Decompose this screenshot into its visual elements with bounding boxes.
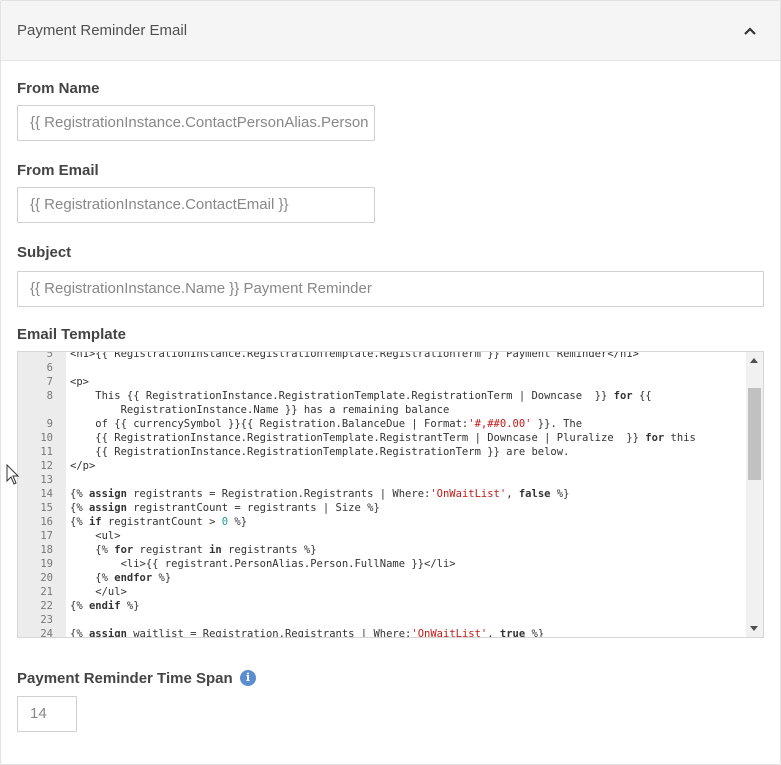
panel-header[interactable]: Payment Reminder Email (1, 1, 780, 61)
chevron-up-icon[interactable] (742, 23, 758, 39)
email-template-label: Email Template (17, 326, 126, 343)
code-line: 14 {% assign registrants = Registration.R… (18, 488, 746, 502)
code-text: {% assign registrantCount = registrants … (70, 502, 380, 514)
code-line: 22 {% endif %} (18, 600, 746, 614)
code-line: 19 <li>{{ registrant.PersonAlias.Person.… (18, 558, 746, 572)
code-line: 21 </ul> (18, 586, 746, 600)
code-line: 6 (18, 362, 746, 376)
line-number: 14 (40, 488, 53, 500)
code-text: <li>{{ registrant.PersonAlias.Person.Ful… (70, 558, 456, 570)
from-email-input[interactable]: {{ RegistrationInstance.ContactEmail }} (17, 187, 375, 223)
scroll-up-icon[interactable] (750, 358, 758, 363)
code-line: 16 {% if registrantCount > 0 %} (18, 516, 746, 530)
code-line: 8 This {{ RegistrationInstance.Registrat… (18, 390, 746, 404)
code-text: {% if registrantCount > 0 %} (70, 516, 248, 528)
code-line: 24 {% assign waitlist = Registration.Regi… (18, 628, 746, 638)
time-span-label: Payment Reminder Time Span (17, 670, 233, 687)
subject-label: Subject (17, 244, 72, 261)
code-line: 5 <h1>{{ RegistrationInstance.Registratio… (18, 351, 746, 362)
code-line: 10 {{ RegistrationInstance.RegistrationT… (18, 432, 746, 446)
line-number: 7 (46, 376, 53, 388)
info-icon[interactable]: i (240, 670, 256, 686)
from-name-input[interactable]: {{ RegistrationInstance.ContactPersonAli… (17, 105, 375, 141)
line-number: 10 (40, 432, 53, 444)
code-line: RegistrationInstance.Name }} has a remai… (18, 404, 746, 418)
line-number: 24 (40, 628, 53, 638)
line-number: 23 (40, 614, 53, 626)
subject-input[interactable]: {{ RegistrationInstance.Name }} Payment … (17, 271, 764, 307)
code-line: 15 {% assign registrantCount = registrant… (18, 502, 746, 516)
code-text: {{ RegistrationInstance.RegistrationTemp… (70, 432, 696, 444)
code-line: 17 <ul> (18, 530, 746, 544)
line-number: 19 (40, 558, 53, 570)
code-text: {% for registrant in registrants %} (70, 544, 317, 556)
code-text: <ul> (70, 530, 121, 542)
code-text: </p> (70, 460, 96, 472)
line-number: 15 (40, 502, 53, 514)
code-line: 11 {{ RegistrationInstance.RegistrationT… (18, 446, 746, 460)
code-text: </ul> (70, 586, 127, 598)
code-text: RegistrationInstance.Name }} has a remai… (70, 404, 450, 416)
code-line: 12 </p> (18, 460, 746, 474)
code-text: {% assign registrants = Registration.Reg… (70, 488, 570, 500)
line-number: 21 (40, 586, 53, 598)
line-number: 8 (46, 390, 53, 402)
from-email-label: From Email (17, 162, 99, 179)
code-line: 18 {% for registrant in registrants %} (18, 544, 746, 558)
editor-scrollbar[interactable] (746, 352, 763, 637)
time-span-input[interactable]: 14 (17, 696, 77, 732)
from-name-label: From Name (17, 80, 100, 97)
line-number: 18 (40, 544, 53, 556)
line-number: 16 (40, 516, 53, 528)
code-text: of {{ currencySymbol }}{{ Registration.B… (70, 418, 583, 430)
scroll-thumb[interactable] (748, 388, 761, 480)
line-number: 5 (46, 351, 53, 360)
code-text: <p> (70, 376, 89, 388)
line-number: 6 (46, 362, 53, 374)
line-number: 22 (40, 600, 53, 612)
code-line: 7 <p> (18, 376, 746, 390)
mouse-cursor-icon (6, 464, 20, 485)
line-number: 12 (40, 460, 53, 472)
code-text: This {{ RegistrationInstance.Registratio… (70, 390, 652, 402)
email-template-editor[interactable]: 5 <h1>{{ RegistrationInstance.Registratio… (17, 351, 764, 638)
code-text: <h1>{{ RegistrationInstance.Registration… (70, 351, 639, 360)
code-text: {{ RegistrationInstance.RegistrationTemp… (70, 446, 570, 458)
line-number: 20 (40, 572, 53, 584)
code-text: {% endif %} (70, 600, 140, 612)
panel-title: Payment Reminder Email (17, 22, 188, 39)
line-number: 17 (40, 530, 53, 542)
scroll-down-icon[interactable] (750, 626, 758, 631)
code-line: 23 (18, 614, 746, 628)
line-number: 9 (46, 418, 53, 430)
code-text: {% assign waitlist = Registration.Regist… (70, 628, 545, 638)
code-line: 20 {% endfor %} (18, 572, 746, 586)
code-line: 13 (18, 474, 746, 488)
line-number: 11 (40, 446, 53, 458)
code-line: 9 of {{ currencySymbol }}{{ Registration… (18, 418, 746, 432)
line-number: 13 (40, 474, 53, 486)
code-text: {% endfor %} (70, 572, 172, 584)
